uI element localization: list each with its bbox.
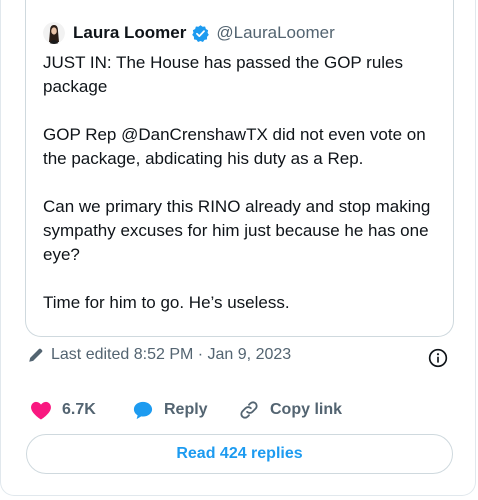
quoted-tweet[interactable]: Laura Loomer @LauraLoomer JUST IN: The H… bbox=[25, 0, 454, 337]
author-handle[interactable]: @LauraLoomer bbox=[216, 23, 334, 43]
reply-button[interactable]: Reply bbox=[132, 400, 238, 420]
edited-text: Last edited 8:52 PM · Jan 9, 2023 bbox=[51, 346, 292, 363]
link-icon bbox=[240, 401, 258, 419]
copy-link-button[interactable]: Copy link bbox=[238, 399, 342, 421]
read-replies-button[interactable]: Read 424 replies bbox=[26, 434, 453, 474]
heart-icon bbox=[31, 401, 51, 420]
reply-label: Reply bbox=[164, 401, 208, 418]
copy-link-label: Copy link bbox=[270, 401, 343, 418]
like-button[interactable]: 6.7K bbox=[30, 400, 132, 420]
tweet-card: Laura Loomer @LauraLoomer JUST IN: The H… bbox=[0, 0, 476, 496]
tweet-paragraph: GOP Rep @DanCrenshawTX did not even vote… bbox=[43, 125, 426, 168]
info-icon[interactable] bbox=[428, 348, 448, 373]
quoted-tweet-header: Laura Loomer @LauraLoomer bbox=[43, 20, 335, 46]
likes-count: 6.7K bbox=[62, 401, 96, 418]
tweet-paragraph: Time for him to go. He’s useless. bbox=[43, 293, 290, 312]
action-bar: 6.7K Reply Copy link bbox=[30, 396, 450, 424]
pencil-icon bbox=[29, 348, 43, 362]
tweet-paragraph: JUST IN: The House has passed the GOP ru… bbox=[43, 53, 404, 96]
edited-timestamp[interactable]: Last edited 8:52 PM · Jan 9, 2023 bbox=[27, 346, 291, 364]
tweet-paragraph: Can we primary this RINO already and sto… bbox=[43, 197, 431, 264]
quoted-tweet-text: JUST IN: The House has passed the GOP ru… bbox=[43, 51, 443, 339]
speech-bubble-icon bbox=[133, 401, 153, 420]
avatar[interactable] bbox=[43, 22, 65, 44]
verified-badge-icon bbox=[191, 24, 210, 43]
author-name[interactable]: Laura Loomer bbox=[73, 23, 186, 43]
